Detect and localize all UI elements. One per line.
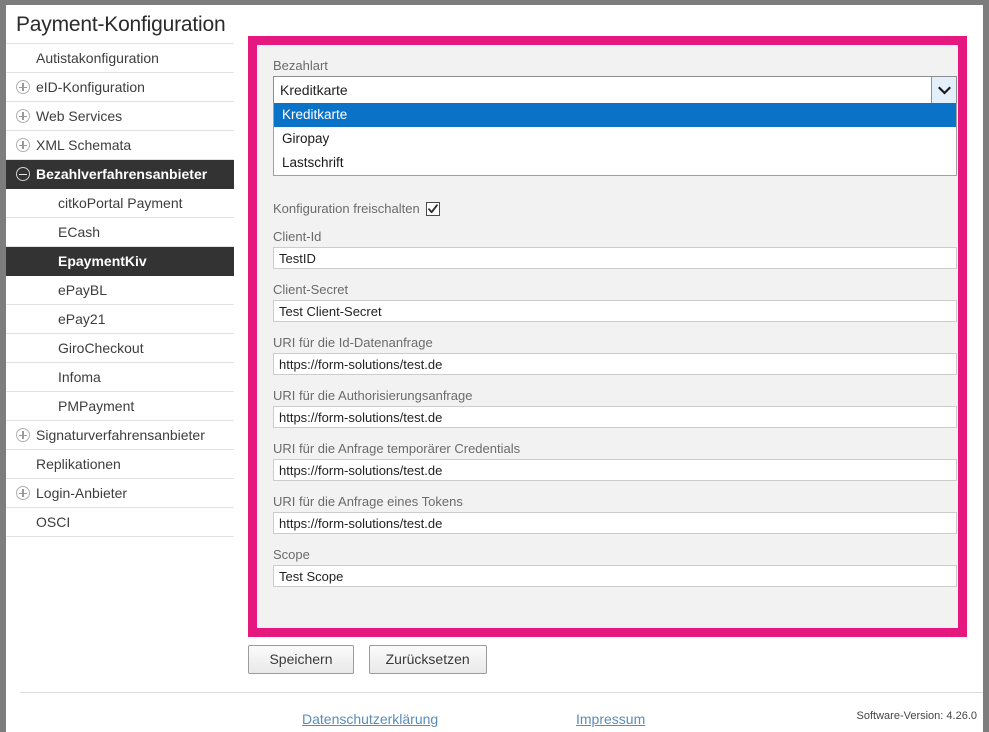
sidebar-item-bezahlverfahrensanbieter[interactable]: Bezahlverfahrensanbieter	[6, 160, 234, 189]
imprint-link[interactable]: Impressum	[576, 711, 645, 727]
chevron-down-icon[interactable]	[931, 77, 956, 103]
sidebar-item-citkoportal-payment[interactable]: citkoPortal Payment	[6, 189, 234, 218]
sidebar-item-girocheckout[interactable]: GiroCheckout	[6, 334, 234, 363]
sidebar-item-label: PMPayment	[58, 398, 135, 414]
input-uri-fur-die-anfrage-eines-tokens[interactable]	[273, 512, 957, 534]
privacy-policy-link[interactable]: Datenschutzerklärung	[302, 711, 438, 727]
field-label: Client-Secret	[273, 282, 349, 297]
form-button-bar: Speichern Zurücksetzen	[248, 645, 967, 685]
input-scope[interactable]	[273, 565, 957, 587]
page-title: Payment-Konfiguration	[16, 13, 226, 36]
expand-icon[interactable]	[16, 138, 30, 152]
input-client-id[interactable]	[273, 247, 957, 269]
reset-button[interactable]: Zurücksetzen	[368, 645, 487, 674]
form-fields-container: Client-Id Client-Secret URI für die Id-Dat…	[273, 229, 957, 587]
sidebar: Payment-Konfiguration Autistakonfigurati…	[6, 5, 234, 732]
sidebar-item-epaymentkiv[interactable]: EpaymentKiv	[6, 247, 234, 276]
sidebar-item-label: Bezahlverfahrensanbieter	[36, 166, 208, 182]
sidebar-item-label: XML Schemata	[36, 137, 132, 153]
input-uri-fur-die-id-datenanfrage[interactable]	[273, 353, 957, 375]
sidebar-item-label: Autistakonfiguration	[36, 50, 159, 66]
payment-type-option[interactable]: Lastschrift	[274, 151, 956, 175]
payment-type-option-list[interactable]: Kreditkarte Giropay Lastschrift	[273, 103, 957, 176]
sidebar-item-label: ePay21	[58, 311, 106, 327]
footer: Datenschutzerklärung Impressum Software-…	[6, 705, 983, 732]
field-client-secret: Client-Secret	[273, 282, 957, 322]
field-uri-fur-die-authorisierungsanfrage: URI für die Authorisierungsanfrage	[273, 388, 957, 428]
payment-type-select[interactable]: Kreditkarte	[273, 76, 957, 104]
field-label: URI für die Id-Datenanfrage	[273, 335, 433, 350]
sidebar-item-label: Web Services	[36, 108, 123, 124]
sidebar-item-ecash[interactable]: ECash	[6, 218, 234, 247]
field-label: URI für die Anfrage temporärer Credentia…	[273, 441, 521, 456]
field-uri-fur-die-anfrage-temporarer-credentials: URI für die Anfrage temporärer Credentia…	[273, 441, 957, 481]
expand-icon[interactable]	[16, 109, 30, 123]
sidebar-item-label: GiroCheckout	[58, 340, 144, 356]
sidebar-item-label: citkoPortal Payment	[58, 195, 183, 211]
sidebar-item-osci[interactable]: OSCI	[6, 508, 234, 537]
enable-config-row: Konfiguration freischalten	[273, 201, 944, 216]
sidebar-item-label: Signaturverfahrensanbieter	[36, 427, 205, 443]
sidebar-item-eid-konfiguration[interactable]: eID-Konfiguration	[6, 73, 234, 102]
configuration-form-highlight: Bezahlart Kreditkarte Kreditkarte Giropay…	[248, 36, 967, 637]
payment-type-selected-value: Kreditkarte	[280, 82, 348, 98]
enable-config-label: Konfiguration freischalten	[273, 201, 420, 216]
application-frame: Payment-Konfiguration Autistakonfigurati…	[6, 5, 983, 732]
sidebar-item-label: eID-Konfiguration	[36, 79, 145, 95]
sidebar-nav-list: Autistakonfiguration eID-Konfiguration Web…	[6, 43, 234, 537]
main-content: Bezahlart Kreditkarte Kreditkarte Giropay…	[234, 5, 983, 732]
payment-type-select-wrapper: Kreditkarte Kreditkarte Giropay Lastschrif…	[273, 76, 957, 176]
sidebar-item-epay21[interactable]: ePay21	[6, 305, 234, 334]
sidebar-item-epaybl[interactable]: ePayBL	[6, 276, 234, 305]
sidebar-item-xml-schemata[interactable]: XML Schemata	[6, 131, 234, 160]
save-button[interactable]: Speichern	[248, 645, 354, 674]
footer-divider	[20, 692, 983, 693]
input-client-secret[interactable]	[273, 300, 957, 322]
expand-icon[interactable]	[16, 486, 30, 500]
payment-type-option[interactable]: Giropay	[274, 127, 956, 151]
field-scope: Scope	[273, 547, 957, 587]
collapse-icon[interactable]	[16, 167, 30, 181]
payment-type-option[interactable]: Kreditkarte	[274, 103, 956, 127]
sidebar-item-login-anbieter[interactable]: Login-Anbieter	[6, 479, 234, 508]
sidebar-item-replikationen[interactable]: Replikationen	[6, 450, 234, 479]
sidebar-item-signaturverfahrensanbieter[interactable]: Signaturverfahrensanbieter	[6, 421, 234, 450]
field-label: URI für die Anfrage eines Tokens	[273, 494, 463, 509]
field-label: Client-Id	[273, 229, 322, 244]
enable-config-checkbox[interactable]	[425, 201, 440, 216]
input-uri-fur-die-authorisierungsanfrage[interactable]	[273, 406, 957, 428]
sidebar-item-web-services[interactable]: Web Services	[6, 102, 234, 131]
sidebar-item-label: ePayBL	[58, 282, 108, 298]
sidebar-item-label: Login-Anbieter	[36, 485, 128, 501]
sidebar-item-label: ECash	[58, 224, 101, 240]
expand-icon[interactable]	[16, 80, 30, 94]
payment-type-label: Bezahlart	[273, 58, 328, 73]
sidebar-item-pmpayment[interactable]: PMPayment	[6, 392, 234, 421]
sidebar-item-autistakonfiguration[interactable]: Autistakonfiguration	[6, 44, 234, 73]
field-client-id: Client-Id	[273, 229, 957, 269]
expand-icon[interactable]	[16, 428, 30, 442]
field-label: Scope	[273, 547, 310, 562]
sidebar-item-label: OSCI	[36, 514, 71, 530]
field-uri-fur-die-id-datenanfrage: URI für die Id-Datenanfrage	[273, 335, 957, 375]
sidebar-item-label: Replikationen	[36, 456, 121, 472]
software-version-text: Software-Version: 4.26.0	[856, 710, 977, 722]
sidebar-item-infoma[interactable]: Infoma	[6, 363, 234, 392]
field-uri-fur-die-anfrage-eines-tokens: URI für die Anfrage eines Tokens	[273, 494, 957, 534]
sidebar-item-label: Infoma	[58, 369, 101, 385]
field-label: URI für die Authorisierungsanfrage	[273, 388, 473, 403]
configuration-form: Bezahlart Kreditkarte Kreditkarte Giropay…	[257, 45, 958, 628]
payment-type-field: Bezahlart Kreditkarte Kreditkarte Giropay…	[273, 58, 957, 176]
input-uri-fur-die-anfrage-temporarer-credentials[interactable]	[273, 459, 957, 481]
sidebar-item-label: EpaymentKiv	[58, 253, 147, 269]
